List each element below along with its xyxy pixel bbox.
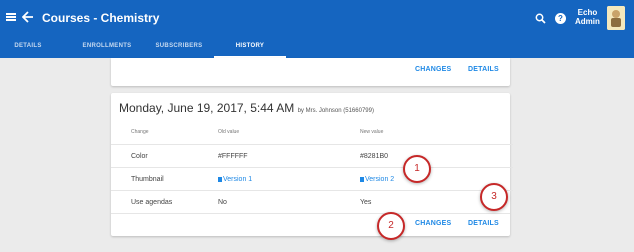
history-entry-card: Monday, June 19, 2017, 5:44 AM by Mrs. J… <box>111 93 513 236</box>
bottom-edge <box>0 247 634 252</box>
change-cell: Color <box>131 153 148 160</box>
changes-button[interactable]: CHANGES <box>415 220 451 227</box>
column-new-value: New value <box>360 129 384 135</box>
entry-heading: Monday, June 19, 2017, 5:44 AM by Mrs. J… <box>119 101 374 115</box>
old-version-link[interactable]: Version 1 <box>218 176 252 183</box>
entry-author: by Mrs. Johnson (51660799) <box>297 108 374 114</box>
tab-enrollments[interactable]: ENROLLMENTS <box>68 36 146 58</box>
old-value-cell: No <box>218 199 227 206</box>
change-cell: Thumbnail <box>131 176 164 183</box>
column-change: Change <box>131 129 149 135</box>
new-version-label: Version 2 <box>365 176 395 183</box>
app-bar: Courses - Chemistry ? Echo Admin DETAILS… <box>0 0 634 58</box>
back-arrow-icon[interactable] <box>22 10 34 24</box>
callout-marker: 1 <box>403 155 431 183</box>
previous-history-card: CHANGES DETAILS <box>111 58 510 86</box>
new-value-cell: Yes <box>360 199 372 206</box>
old-value-cell: #FFFFFF <box>218 153 248 160</box>
details-button[interactable]: DETAILS <box>468 220 499 227</box>
callout-marker: 3 <box>480 183 508 211</box>
avatar[interactable] <box>607 6 625 30</box>
document-icon <box>360 177 364 182</box>
user-first-name: Echo <box>577 8 598 17</box>
details-button[interactable]: DETAILS <box>468 66 499 73</box>
top-row: Courses - Chemistry ? Echo Admin <box>0 0 634 36</box>
old-version-label: Version 1 <box>223 176 253 183</box>
user-last-name: Admin <box>575 17 600 26</box>
table-row: Use agendas No Yes <box>111 190 513 215</box>
tab-subscribers[interactable]: SUBSCRIBERS <box>144 36 214 58</box>
new-version-link[interactable]: Version 2 <box>360 176 394 183</box>
tab-history[interactable]: HISTORY <box>214 36 286 58</box>
table-row: Thumbnail Version 1 Version 2 <box>111 167 513 192</box>
hamburger-icon[interactable] <box>6 13 16 21</box>
new-value-cell: #8281B0 <box>360 153 389 160</box>
search-icon[interactable] <box>535 13 546 24</box>
column-old-value: Old value <box>218 129 240 135</box>
page-title: Courses - Chemistry <box>42 11 160 25</box>
table-row: Color #FFFFFF #8281B0 <box>111 144 513 169</box>
help-icon[interactable]: ? <box>555 13 566 24</box>
change-cell: Use agendas <box>131 199 173 206</box>
document-icon <box>218 177 222 182</box>
callout-marker: 2 <box>377 212 405 240</box>
user-name[interactable]: Echo Admin <box>575 8 600 26</box>
tab-bar: DETAILS ENROLLMENTS SUBSCRIBERS HISTORY <box>0 36 634 58</box>
divider <box>111 213 510 214</box>
changes-button[interactable]: CHANGES <box>415 66 451 73</box>
entry-date: Monday, June 19, 2017, 5:44 AM <box>119 101 295 115</box>
tab-details[interactable]: DETAILS <box>0 36 56 58</box>
